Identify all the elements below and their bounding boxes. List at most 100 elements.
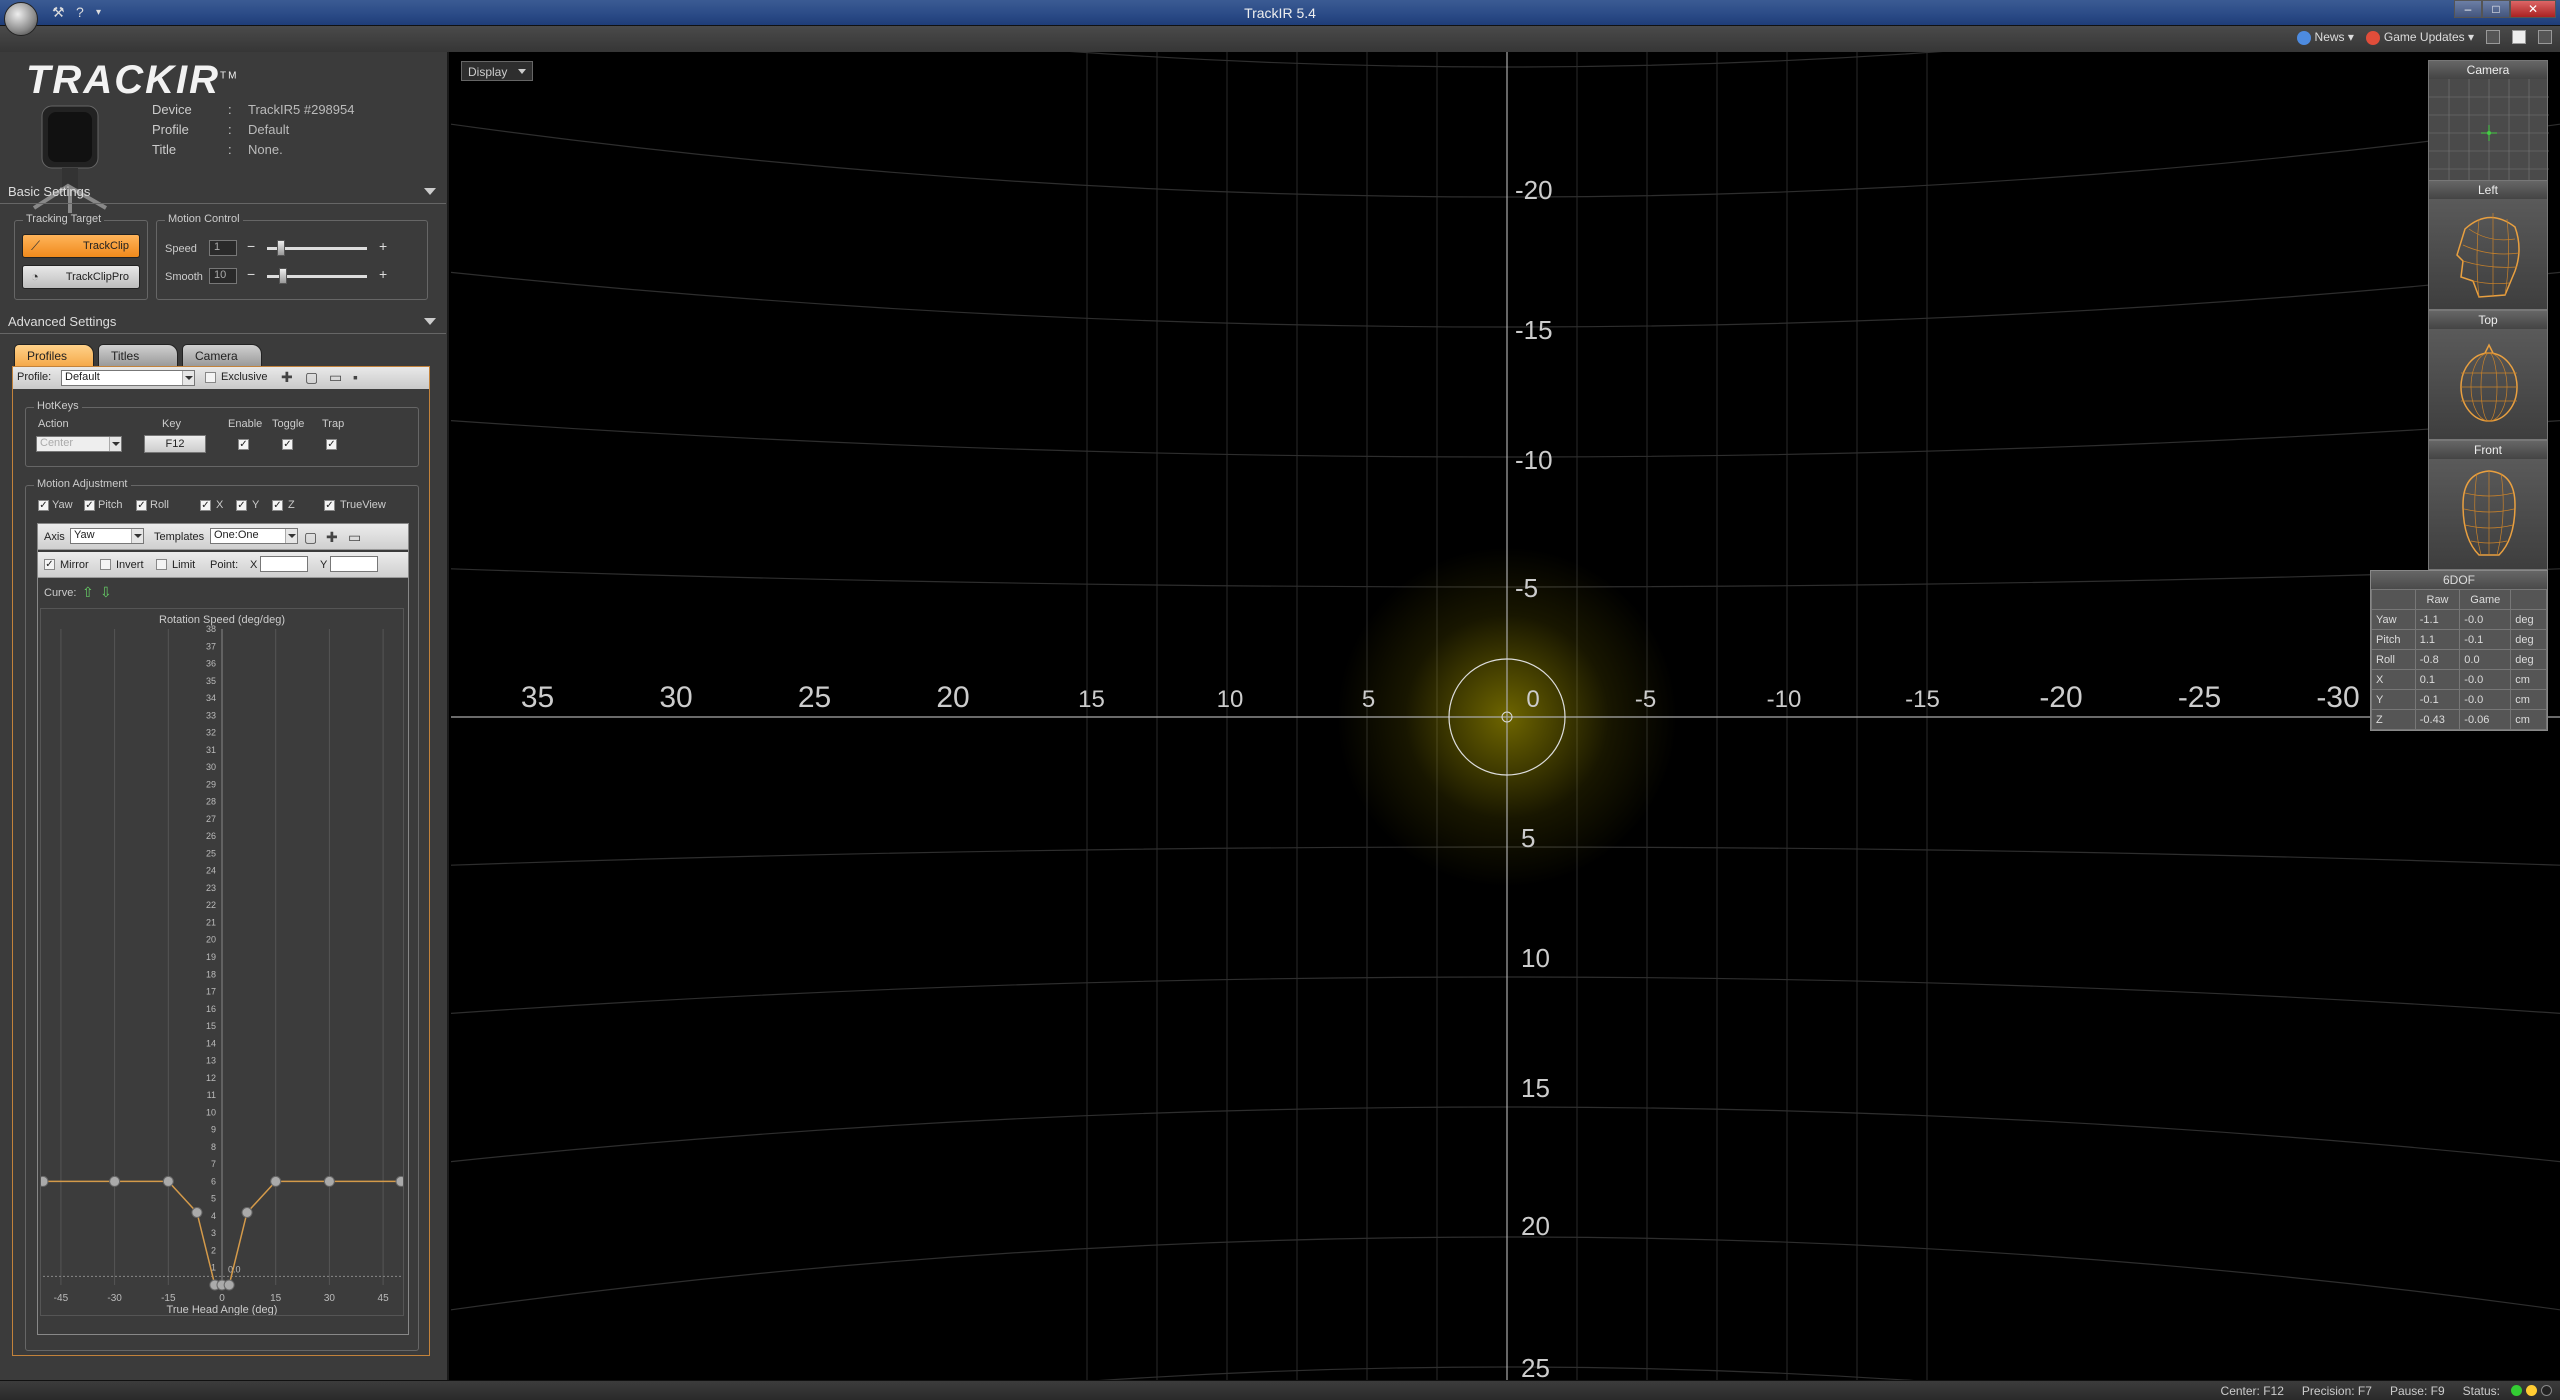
remove-template-icon[interactable]: ▭ (348, 529, 361, 546)
maximize-button[interactable]: □ (2482, 0, 2510, 18)
hotkey-action-select[interactable]: Center (36, 436, 122, 452)
curve-control-point[interactable] (323, 1175, 335, 1187)
copy-template-icon[interactable]: ▢ (304, 529, 317, 546)
smooth-value[interactable]: 10 (209, 268, 237, 284)
hotkey-enable-checkbox[interactable]: ✓ (238, 439, 249, 450)
hotkey-toggle-checkbox[interactable]: ✓ (282, 439, 293, 450)
curve-control-point[interactable] (162, 1175, 174, 1187)
limit-checkbox[interactable] (156, 559, 167, 570)
hotkey-action-value: Center (40, 437, 74, 449)
curve-toolbar: Curve: ⇧ ⇩ (38, 580, 408, 606)
front-view-title: Front (2429, 441, 2547, 459)
curve-control-point[interactable] (109, 1175, 121, 1187)
minimize-button[interactable]: – (2454, 0, 2482, 18)
layout-split-icon[interactable] (2512, 30, 2526, 45)
x-checkbox[interactable]: ✓ (200, 500, 211, 511)
layout-single-icon[interactable] (2486, 30, 2500, 45)
tab-titles[interactable]: Titles (98, 344, 178, 366)
speed-decrease-button[interactable]: − (247, 238, 255, 254)
remove-profile-icon[interactable]: ▭ (329, 369, 342, 386)
sixdof-table: Raw Game Yaw -1.1 -0.0 deg Pitch 1.1 -0.1 deg … (2371, 589, 2547, 730)
left-view[interactable]: Left (2428, 180, 2548, 310)
pitch-checkbox[interactable]: ✓ (84, 500, 95, 511)
z-checkbox[interactable]: ✓ (272, 500, 283, 511)
y-tick-label: 32 (206, 728, 216, 738)
curve-control-point[interactable] (223, 1279, 235, 1291)
add-profile-icon[interactable]: ✚ (281, 369, 293, 386)
title-label: Title (152, 142, 177, 157)
y-tick-label: 34 (206, 693, 216, 703)
layout-mini-icon[interactable] (2538, 30, 2552, 45)
tracking-target-group: Tracking Target ⟋ TrackClip ◔ TrackClipPro (14, 213, 148, 300)
add-template-icon[interactable]: ✚ (326, 529, 338, 546)
display-menu-button[interactable]: Display (461, 61, 533, 81)
smooth-slider-thumb[interactable] (279, 268, 287, 284)
y-tick-label: 4 (211, 1211, 216, 1221)
curve-control-point[interactable] (191, 1206, 203, 1218)
close-button[interactable]: ✕ (2510, 0, 2556, 18)
axis-select[interactable]: Yaw (70, 528, 144, 544)
profile-select-label: Profile: (17, 371, 52, 383)
status-green-icon (2511, 1385, 2522, 1396)
curve-control-point[interactable] (37, 1175, 49, 1187)
tracking-viewport[interactable]: 35302520151050-5-10-15-20-25-30-35-5-10-… (451, 52, 2560, 1380)
collapse-arrow-icon[interactable] (424, 188, 436, 195)
head-top-icon (2460, 343, 2518, 422)
curve-down-icon[interactable]: ⇩ (100, 584, 112, 601)
speed-value[interactable]: 1 (209, 240, 237, 256)
y-tick-label: 35 (206, 676, 216, 686)
trueview-checkbox[interactable]: ✓ (324, 500, 335, 511)
y-tick-label: 14 (206, 1038, 216, 1048)
response-curve-svg[interactable]: -45 -30 -15 0 15 30 45123456789101112131415161… (37, 609, 407, 1316)
basic-settings-header[interactable]: Basic Settings (0, 180, 446, 204)
hotkey-trap-checkbox[interactable]: ✓ (326, 439, 337, 450)
mirror-checkbox[interactable]: ✓ (44, 559, 55, 570)
invert-checkbox[interactable] (100, 559, 111, 570)
smooth-increase-button[interactable]: + (379, 266, 387, 282)
news-menu[interactable]: News ▾ (2296, 30, 2354, 45)
y-tick-label: 2 (211, 1245, 216, 1255)
chevron-down-icon[interactable] (131, 529, 143, 543)
curve-up-icon[interactable]: ⇧ (82, 584, 94, 601)
roll-checkbox[interactable]: ✓ (136, 500, 147, 511)
chevron-down-icon[interactable] (182, 371, 194, 385)
advanced-settings-header[interactable]: Advanced Settings (0, 310, 446, 334)
trackclippro-button[interactable]: ◔ TrackClipPro (22, 265, 140, 289)
speed-slider-thumb[interactable] (277, 240, 285, 256)
speed-increase-button[interactable]: + (379, 238, 387, 254)
curve-control-point[interactable] (395, 1175, 407, 1187)
hotkey-key-field[interactable]: F12 (144, 435, 206, 453)
tab-profiles[interactable]: Profiles (14, 344, 94, 366)
front-view[interactable]: Front (2428, 440, 2548, 570)
templates-select[interactable]: One:One (210, 528, 298, 544)
status-label: Status: (2462, 1384, 2500, 1398)
curve-control-point[interactable] (270, 1175, 282, 1187)
response-curve-chart[interactable]: -45 -30 -15 0 15 30 45 1 2 3 4 5 6 7 8 9 10 11 12 13 14 15 16 1… (37, 608, 407, 1316)
trackclip-label: TrackClip (82, 240, 129, 252)
copy-profile-icon[interactable]: ▢ (305, 369, 318, 386)
tab-camera[interactable]: Camera (182, 344, 262, 366)
chevron-down-icon[interactable] (285, 529, 297, 543)
status-yellow-icon (2526, 1385, 2537, 1396)
trackclip-button[interactable]: ⟋ TrackClip (22, 234, 140, 258)
save-profile-icon[interactable]: ▪ (353, 369, 358, 385)
pitch-axis-label: Pitch (98, 499, 123, 511)
camera-view[interactable]: Camera (2428, 60, 2549, 190)
app-menu-orb-icon[interactable] (4, 2, 38, 36)
profile-select[interactable]: Default (61, 370, 195, 386)
top-view[interactable]: Top (2428, 310, 2548, 440)
yaw-checkbox[interactable]: ✓ (38, 500, 49, 511)
exclusive-checkbox[interactable] (205, 372, 216, 383)
collapse-arrow-icon[interactable] (424, 318, 436, 325)
y-checkbox[interactable]: ✓ (236, 500, 247, 511)
game-updates-menu[interactable]: Game Updates ▾ (2365, 30, 2474, 45)
smooth-decrease-button[interactable]: − (247, 266, 255, 282)
y-tick-label: 6 (211, 1176, 216, 1186)
point-x-stepper[interactable] (260, 556, 308, 572)
curve-control-point[interactable] (241, 1206, 253, 1218)
y-axis-label: -5 (1515, 573, 1538, 603)
chevron-down-icon[interactable] (109, 437, 121, 451)
table-row: Y -0.1 -0.0 cm (2371, 689, 2547, 710)
point-y-stepper[interactable] (330, 556, 378, 572)
grid-line-h (451, 1106, 2560, 1163)
